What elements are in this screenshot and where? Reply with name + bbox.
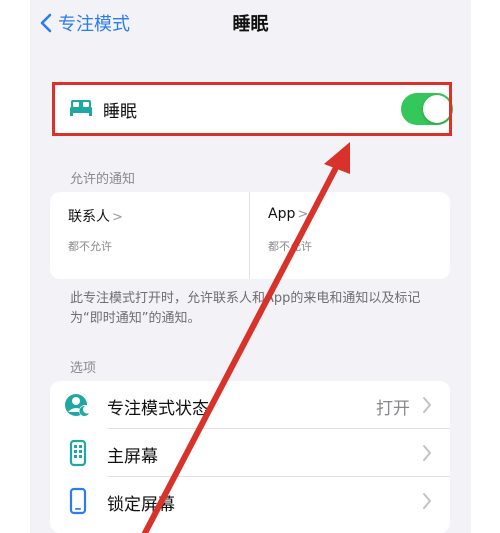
chevron-right-icon bbox=[422, 492, 432, 514]
chevron-right-icon bbox=[422, 396, 432, 418]
apps-subtitle: 都不允许 bbox=[268, 240, 312, 253]
page-title: 睡眠 bbox=[232, 14, 269, 35]
allowed-notifications-header: 允许的通知 bbox=[70, 172, 136, 187]
allowed-footnote: 此专注模式打开时，允许联系人和App的来电和通知以及标记为“即时通知”的通知。 bbox=[70, 291, 421, 326]
focus-status-value: 打开 bbox=[376, 399, 410, 419]
home-screen-row[interactable]: 主屏幕 bbox=[50, 429, 450, 477]
apps-title: App bbox=[268, 206, 296, 222]
people-title: 联系人 bbox=[68, 209, 110, 225]
allowed-apps-tile[interactable]: App > 都不允许 bbox=[250, 192, 449, 279]
lock-screen-label: 锁定屏幕 bbox=[107, 495, 175, 515]
sleep-label: 睡眠 bbox=[103, 102, 137, 122]
lock-screen-row[interactable]: 锁定屏幕 bbox=[50, 477, 450, 525]
home-screen-icon bbox=[64, 439, 92, 467]
bed-icon bbox=[69, 98, 93, 122]
toggle-knob bbox=[423, 95, 451, 123]
apps-title-line: App > bbox=[268, 206, 308, 222]
lock-screen-icon bbox=[64, 487, 92, 515]
sleep-toggle[interactable] bbox=[401, 93, 453, 125]
options-card: 专注模式状态 打开 主屏幕 锁定屏幕 bbox=[50, 381, 450, 533]
focus-status-icon bbox=[64, 391, 92, 419]
people-title-line: 联系人 > bbox=[68, 206, 123, 226]
allowed-people-tile[interactable]: 联系人 > 都不允许 bbox=[50, 192, 249, 279]
chevron-right-icon: > bbox=[297, 207, 309, 222]
sleep-focus-row: 睡眠 bbox=[55, 85, 453, 135]
home-screen-label: 主屏幕 bbox=[107, 447, 158, 467]
chevron-right-icon bbox=[422, 444, 432, 466]
allowed-notifications-card: 联系人 > 都不允许 App > 都不允许 bbox=[50, 192, 450, 279]
chevron-right-icon: > bbox=[112, 210, 123, 225]
people-subtitle: 都不允许 bbox=[68, 240, 112, 253]
focus-status-row[interactable]: 专注模式状态 打开 bbox=[50, 381, 450, 429]
phone-screen: 专注模式 睡眠 睡眠 允许的通知 联系人 > 都不允许 App > 都不允许 此… bbox=[30, 0, 471, 533]
options-header: 选项 bbox=[70, 361, 97, 376]
focus-status-label: 专注模式状态 bbox=[107, 399, 209, 419]
